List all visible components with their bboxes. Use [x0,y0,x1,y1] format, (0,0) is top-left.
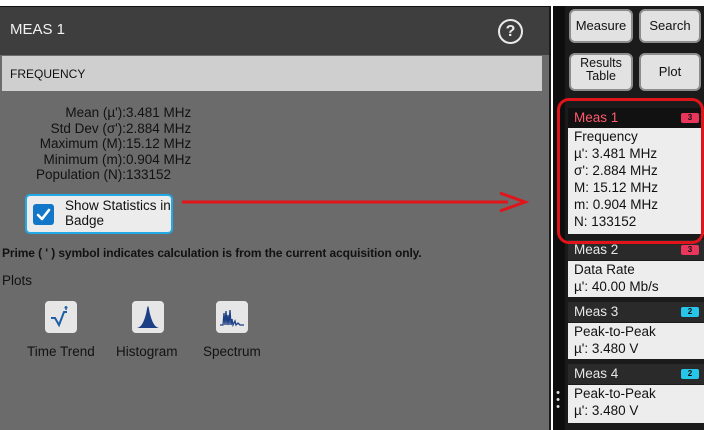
meas4-badge-body[interactable]: Peak-to-Peak µ': 3.480 V [568,385,704,423]
stat-value: 2.884 MHz [126,120,192,136]
badge-source-count: 3 [681,245,699,255]
badge-measurement-type: Peak-to-Peak [574,324,656,339]
spectrum-plot-button[interactable] [216,301,248,333]
stat-value: 133152 [126,167,172,182]
annotation-arrow [182,191,530,213]
help-icon[interactable]: ? [498,19,523,44]
meas3-badge-body[interactable]: Peak-to-Peak µ': 3.480 V [568,323,704,359]
meas4-badge-header[interactable]: Meas 4 2 [568,364,704,384]
checkmark-icon [33,204,54,225]
show-statistics-in-badge-checkbox[interactable]: Show Statistics in Badge [25,194,173,234]
prime-symbol-note: Prime ( ' ) symbol indicates calculation… [2,246,422,260]
search-button[interactable]: Search [639,9,701,43]
measure-button[interactable]: Measure [569,9,633,43]
badge-source-count: 2 [681,369,699,379]
meas2-badge-body[interactable]: Data Rate µ': 40.00 Mb/s [568,261,704,297]
histogram-icon [137,306,159,328]
stat-value: 0.904 MHz [126,151,192,167]
stat-row-maximum: Maximum (M): 15.12 MHz [2,136,262,152]
dialog-title-bar: MEAS 1 ? [0,7,549,55]
results-table-button[interactable]: Results Table [569,53,633,91]
stat-row-population: Population (N): 133152 [2,167,262,183]
stat-label: Population (N): [35,167,126,182]
badge-source-count: 2 [681,307,699,317]
stat-label: Mean (µ'): [65,105,126,120]
histogram-plot-button[interactable] [132,301,164,333]
badge-measurement-type: Data Rate [574,262,635,277]
badge-title: Meas 4 [574,366,619,381]
time-trend-plot-button[interactable] [45,301,77,333]
stat-label: Maximum (M): [39,136,126,151]
drag-handle-icon[interactable]: • • • [555,388,561,413]
badge-highlight-outline [557,98,704,244]
badge-stat-mean: µ': 40.00 Mb/s [574,279,659,294]
stat-label: Std Dev (σ'): [50,120,126,136]
time-trend-icon [51,306,68,328]
badge-stat-mean: µ': 3.480 V [574,403,639,418]
stat-label: Minimum (m): [43,151,127,167]
stat-row-std-dev: Std Dev (σ'): 2.884 MHz [2,121,262,137]
dialog-title: MEAS 1 [10,21,66,38]
badge-measurement-type: Peak-to-Peak [574,386,656,401]
badge-title: Meas 2 [574,242,619,257]
section-title: FREQUENCY [10,67,86,81]
section-header-frequency[interactable]: FREQUENCY [2,56,542,91]
stat-value: 3.481 MHz [126,105,192,120]
spectrum-label: Spectrum [203,344,261,359]
stat-row-mean: Mean (µ'): 3.481 MHz [2,105,262,121]
stat-value: 15.12 MHz [126,136,192,151]
plot-button[interactable]: Plot [639,53,701,91]
time-trend-label: Time Trend [27,344,95,359]
badge-title: Meas 3 [574,304,619,319]
stat-row-minimum: Minimum (m): 0.904 MHz [2,152,262,168]
show-statistics-label: Show Statistics in Badge [65,198,171,228]
histogram-label: Histogram [116,344,178,359]
meas3-badge-header[interactable]: Meas 3 2 [568,302,704,322]
badge-stat-mean: µ': 3.480 V [574,341,639,356]
statistics-list: Mean (µ'): 3.481 MHz Std Dev (σ'): 2.884 M… [2,105,262,183]
spectrum-icon [220,309,244,328]
plots-heading: Plots [2,273,33,288]
